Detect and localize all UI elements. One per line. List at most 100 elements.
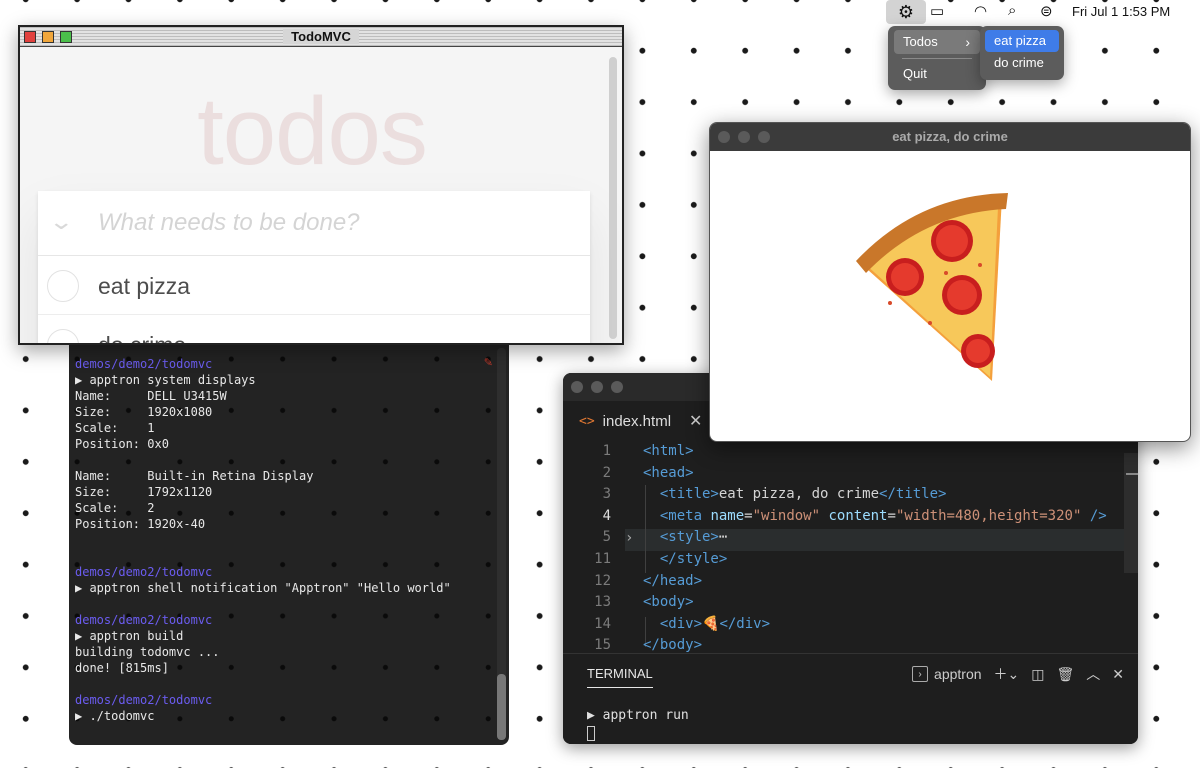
menu-item-quit[interactable]: Quit [894, 62, 980, 86]
maximize-button[interactable] [758, 131, 770, 143]
fold-chevron-icon[interactable]: › [625, 530, 633, 546]
code-line[interactable]: </style> [643, 551, 727, 567]
tray-menu: Todos › Quit [888, 26, 986, 90]
terminal-prompt-path: demos/demo2/todomvc [75, 693, 213, 707]
pizza-window[interactable]: eat pizza, do crime [709, 122, 1191, 442]
code-line[interactable]: <body> [643, 594, 694, 610]
menu-bar-clock[interactable]: Fri Jul 1 1:53 PM [1072, 4, 1170, 19]
terminal-scrollbar[interactable] [497, 348, 506, 740]
chevron-right-icon: › [965, 34, 970, 50]
code-line[interactable]: <html> [643, 443, 694, 459]
terminal-prompt-path: demos/demo2/todomvc [75, 565, 213, 579]
terminal-output-line: Name: Built-in Retina Display [75, 469, 314, 483]
editor-scrollbar[interactable] [1124, 453, 1138, 573]
todomvc-scrollbar[interactable] [609, 57, 617, 339]
close-tab-icon[interactable]: ✕ [689, 411, 702, 431]
new-terminal-icon[interactable]: ＋⌄ [994, 664, 1020, 684]
code-line[interactable]: </head> [643, 573, 702, 589]
line-number: 13 [594, 594, 611, 611]
terminal-icon: › [912, 666, 929, 682]
todo-list: ⌄ What needs to be done? eat pizza do cr… [38, 191, 590, 343]
control-center-icon[interactable]: ⊜ [1040, 2, 1053, 20]
terminal-cursor [587, 726, 595, 741]
line-number: 12 [594, 572, 611, 589]
line-number: 4 [602, 507, 611, 524]
scroll-position-marker [1126, 473, 1138, 475]
split-terminal-icon[interactable]: ◫ [1031, 666, 1044, 683]
line-number: 5 [602, 529, 611, 546]
line-number: 14 [594, 615, 611, 632]
minimize-button[interactable] [591, 381, 603, 393]
maximize-button[interactable] [60, 31, 72, 43]
terminal-panel: TERMINAL › apptron ＋⌄ ◫ 🗑 ︿ ✕ ▶ apptron … [563, 653, 1138, 744]
menu-item-label: Todos [903, 34, 938, 49]
code-area[interactable]: › 1 <html> 2 <head> 3 <title>eat pizza, do c… [563, 441, 1138, 653]
search-icon[interactable]: ⌕ [1008, 2, 1016, 19]
terminal-output[interactable]: demos/demo2/todomvc ▶ apptron system disp… [75, 356, 451, 724]
window-title: TodoMVC [283, 29, 359, 44]
terminal-command-line: ▶ apptron build [75, 629, 184, 643]
pizza-titlebar[interactable]: eat pizza, do crime [710, 123, 1190, 151]
terminal-window[interactable]: demos/demo2/todomvc ▶ apptron system disp… [69, 336, 509, 745]
todo-item[interactable]: eat pizza [38, 256, 590, 315]
minimize-button[interactable] [738, 131, 750, 143]
todo-label[interactable]: eat pizza [98, 273, 190, 300]
close-button[interactable] [718, 131, 730, 143]
terminal-profile[interactable]: › apptron [912, 666, 982, 682]
new-todo-input[interactable]: What needs to be done? [98, 209, 360, 237]
tab-index-html[interactable]: <> index.html ✕ [563, 401, 711, 441]
todo-checkbox[interactable] [47, 270, 79, 302]
pizza-emoji [856, 193, 1008, 381]
window-title: eat pizza, do crime [892, 129, 1008, 144]
todomvc-content: todos ⌄ What needs to be done? eat pizza… [20, 47, 622, 343]
tab-label: index.html [602, 412, 672, 430]
trash-icon[interactable]: 🗑 [1056, 666, 1074, 683]
close-button[interactable] [24, 31, 36, 43]
terminal-output-line: Scale: 1 [75, 421, 155, 435]
code-line[interactable]: <meta name="window" content="width=480,h… [643, 508, 1107, 524]
menu-bar: ⚙ ▭ ◠ ⌕ ⊜ Fri Jul 1 1:53 PM [880, 0, 1200, 24]
terminal-output-line: Size: 1792x1120 [75, 485, 213, 499]
terminal-command-line: ▶ apptron shell notification "Apptron" "… [75, 581, 451, 595]
code-line[interactable]: </body> [643, 637, 702, 653]
terminal-scroll-thumb[interactable] [497, 674, 506, 740]
new-todo-row[interactable]: ⌄ What needs to be done? [38, 191, 590, 256]
tab-terminal[interactable]: TERMINAL [587, 666, 653, 688]
close-panel-icon[interactable]: ✕ [1112, 666, 1124, 683]
battery-icon[interactable]: ▭ [930, 2, 944, 20]
toggle-all-icon[interactable]: ⌄ [48, 209, 74, 235]
maximize-panel-icon[interactable]: ︿ [1086, 664, 1100, 684]
terminal-output-line: Position: 0x0 [75, 437, 169, 451]
terminal-command-line: ▶ ./todomvc [75, 709, 155, 723]
todo-checkbox[interactable] [47, 329, 79, 343]
code-line[interactable]: <title>eat pizza, do crime</title> [643, 486, 947, 502]
terminal-command: ▶ apptron run [587, 708, 689, 723]
line-number: 3 [602, 486, 611, 503]
maximize-button[interactable] [611, 381, 623, 393]
todo-item[interactable]: do crime [38, 315, 590, 343]
todo-label[interactable]: do crime [98, 332, 186, 343]
line-number: 15 [594, 637, 611, 653]
line-number: 2 [602, 464, 611, 481]
code-line[interactable]: <head> [643, 465, 694, 481]
code-line[interactable]: <div>🍕</div> [643, 616, 770, 632]
code-line[interactable]: <style>⋯ [643, 529, 727, 545]
minimize-button[interactable] [42, 31, 54, 43]
terminal-prompt-path: demos/demo2/todomvc [75, 357, 213, 371]
todos-submenu: eat pizza do crime [980, 26, 1064, 80]
close-button[interactable] [571, 381, 583, 393]
todomvc-window[interactable]: TodoMVC todos ⌄ What needs to be done? e… [18, 25, 624, 345]
app-heading: todos [197, 78, 428, 185]
html-file-icon: <> [579, 413, 595, 429]
menu-item-todos[interactable]: Todos › [894, 30, 980, 54]
submenu-item-eat-pizza[interactable]: eat pizza [985, 30, 1059, 52]
menu-item-label: Quit [903, 66, 927, 81]
gear-icon[interactable]: ⚙ [886, 0, 926, 24]
terminal-profile-label: apptron [934, 666, 982, 682]
todomvc-titlebar[interactable]: TodoMVC [20, 27, 622, 47]
wifi-icon[interactable]: ◠ [974, 2, 987, 20]
submenu-item-do-crime[interactable]: do crime [985, 52, 1059, 74]
